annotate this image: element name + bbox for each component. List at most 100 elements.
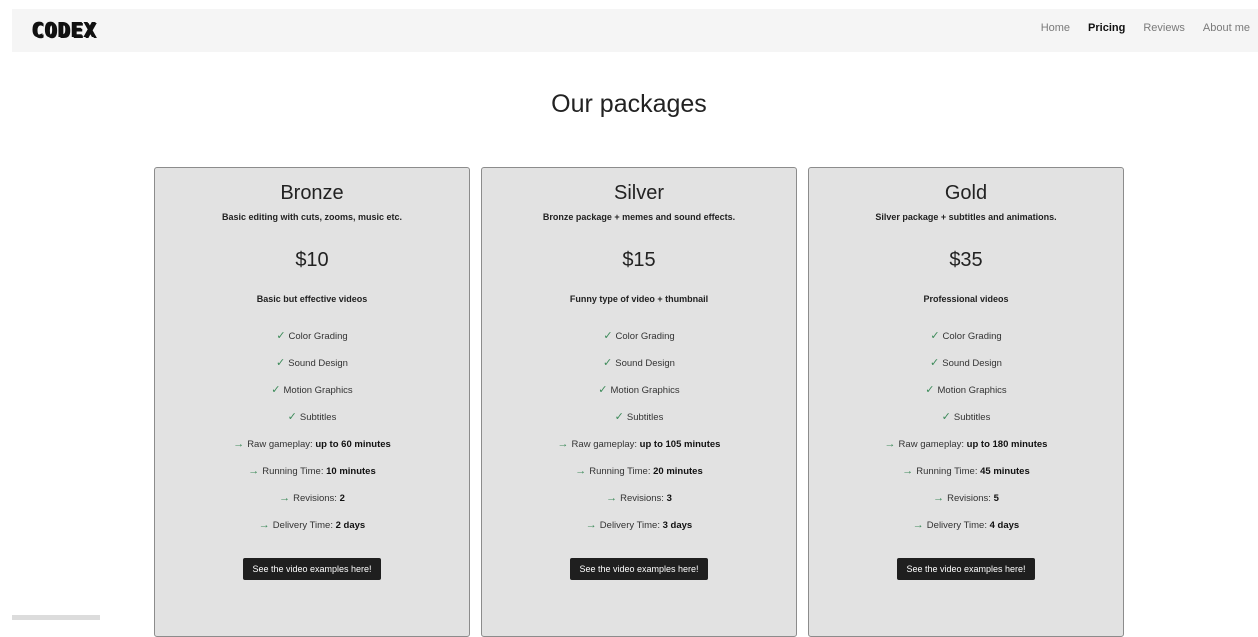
detail-label: Running Time:	[589, 466, 654, 477]
detail-label: Raw gameplay:	[898, 439, 967, 450]
pricing-cards: Bronze Basic editing with cuts, zooms, m…	[154, 167, 1124, 637]
detail-value: 2 days	[335, 520, 366, 531]
detail-item: → Revisions: 3	[482, 491, 796, 518]
detail-item: → Delivery Time: 2 days	[155, 518, 469, 545]
feature-label: Color Grading	[288, 331, 348, 342]
card-description: Silver package + subtitles and animation…	[875, 212, 1057, 222]
arrow-right-icon: →	[233, 438, 245, 450]
nav-link-home[interactable]: Home	[1041, 22, 1070, 34]
feature-item: ✓ Sound Design	[809, 356, 1123, 383]
arrow-right-icon: →	[902, 465, 914, 477]
detail-item: → Raw gameplay: up to 105 minutes	[482, 437, 796, 464]
detail-value: up to 60 minutes	[315, 439, 391, 450]
pricing-card-silver: Silver Bronze package + memes and sound …	[481, 167, 797, 637]
detail-item: → Running Time: 20 minutes	[482, 464, 796, 491]
card-title: Bronze	[280, 182, 344, 204]
feature-item: ✓ Motion Graphics	[155, 383, 469, 410]
feature-item: ✓ Color Grading	[155, 329, 469, 356]
card-title: Gold	[944, 182, 988, 204]
card-price: $10	[295, 249, 329, 271]
check-icon: ✓	[276, 357, 286, 369]
detail-label: Delivery Time:	[599, 520, 663, 531]
card-title: Silver	[613, 182, 664, 204]
card-tagline: Professional videos	[923, 294, 1009, 304]
arrow-right-icon: →	[575, 465, 587, 477]
check-icon: ✓	[287, 411, 297, 423]
detail-label: Raw gameplay:	[571, 439, 640, 450]
check-icon: ✓	[930, 330, 940, 342]
feature-label: Motion Graphics	[937, 385, 1007, 396]
feature-list: ✓ Color Grading ✓ Sound Design ✓ Motion Gra…	[809, 329, 1123, 545]
feature-label: Subtitles	[299, 412, 337, 423]
feature-label: Motion Graphics	[610, 385, 680, 396]
detail-label: Revisions:	[620, 493, 667, 504]
check-icon: ✓	[598, 384, 608, 396]
detail-item: → Raw gameplay: up to 60 minutes	[155, 437, 469, 464]
feature-label: Motion Graphics	[283, 385, 353, 396]
detail-label: Delivery Time:	[272, 520, 336, 531]
logo[interactable]: CODEX	[32, 18, 97, 42]
page-title: Our packages	[551, 90, 707, 118]
feature-item: ✓ Color Grading	[809, 329, 1123, 356]
check-icon: ✓	[271, 384, 281, 396]
card-price: $35	[949, 249, 983, 271]
pricing-card-bronze: Bronze Basic editing with cuts, zooms, m…	[154, 167, 470, 637]
check-icon: ✓	[930, 357, 940, 369]
arrow-right-icon: →	[606, 492, 618, 504]
feature-label: Subtitles	[626, 412, 664, 423]
detail-value: 4 days	[989, 520, 1020, 531]
video-examples-button[interactable]: See the video examples here!	[570, 558, 708, 580]
detail-value: 2	[339, 493, 345, 504]
feature-label: Sound Design	[942, 358, 1002, 369]
detail-value: up to 180 minutes	[966, 439, 1048, 450]
feature-label: Color Grading	[615, 331, 675, 342]
feature-item: ✓ Motion Graphics	[482, 383, 796, 410]
video-examples-button[interactable]: See the video examples here!	[243, 558, 381, 580]
detail-item: → Running Time: 10 minutes	[155, 464, 469, 491]
detail-item: → Raw gameplay: up to 180 minutes	[809, 437, 1123, 464]
card-tagline: Funny type of video + thumbnail	[569, 294, 709, 304]
video-examples-button[interactable]: See the video examples here!	[897, 558, 1035, 580]
feature-label: Sound Design	[615, 358, 675, 369]
nav-link-pricing[interactable]: Pricing	[1088, 22, 1125, 34]
detail-value: 5	[993, 493, 999, 504]
card-price: $15	[622, 249, 656, 271]
nav-link-about-me[interactable]: About me	[1203, 22, 1250, 34]
detail-label: Raw gameplay:	[247, 439, 316, 450]
check-icon: ✓	[614, 411, 624, 423]
feature-list: ✓ Color Grading ✓ Sound Design ✓ Motion Gra…	[155, 329, 469, 545]
arrow-right-icon: →	[258, 519, 270, 531]
check-icon: ✓	[603, 357, 613, 369]
check-icon: ✓	[941, 411, 951, 423]
detail-label: Running Time:	[916, 466, 981, 477]
feature-item: ✓ Color Grading	[482, 329, 796, 356]
nav-links: Home Pricing Reviews About me	[1041, 22, 1250, 34]
check-icon: ✓	[276, 330, 286, 342]
detail-label: Running Time:	[262, 466, 327, 477]
feature-label: Subtitles	[953, 412, 991, 423]
arrow-right-icon: →	[557, 438, 569, 450]
feature-item: ✓ Sound Design	[155, 356, 469, 383]
card-tagline: Basic but effective videos	[256, 294, 368, 304]
feature-label: Color Grading	[942, 331, 1002, 342]
detail-value: 3 days	[662, 520, 693, 531]
arrow-right-icon: →	[279, 492, 291, 504]
arrow-right-icon: →	[884, 438, 896, 450]
feature-item: ✓ Subtitles	[809, 410, 1123, 437]
arrow-right-icon: →	[585, 519, 597, 531]
feature-label: Sound Design	[288, 358, 348, 369]
detail-item: → Revisions: 2	[155, 491, 469, 518]
check-icon: ✓	[925, 384, 935, 396]
card-description: Basic editing with cuts, zooms, music et…	[221, 212, 403, 222]
feature-item: ✓ Sound Design	[482, 356, 796, 383]
pricing-card-gold: Gold Silver package + subtitles and anim…	[808, 167, 1124, 637]
detail-item: → Delivery Time: 4 days	[809, 518, 1123, 545]
detail-value: 3	[666, 493, 672, 504]
detail-value: 20 minutes	[653, 466, 703, 477]
detail-label: Delivery Time:	[926, 520, 990, 531]
nav-link-reviews[interactable]: Reviews	[1143, 22, 1185, 34]
feature-item: ✓ Motion Graphics	[809, 383, 1123, 410]
feature-item: ✓ Subtitles	[482, 410, 796, 437]
navbar: CODEX Home Pricing Reviews About me	[12, 9, 1258, 52]
arrow-right-icon: →	[248, 465, 260, 477]
